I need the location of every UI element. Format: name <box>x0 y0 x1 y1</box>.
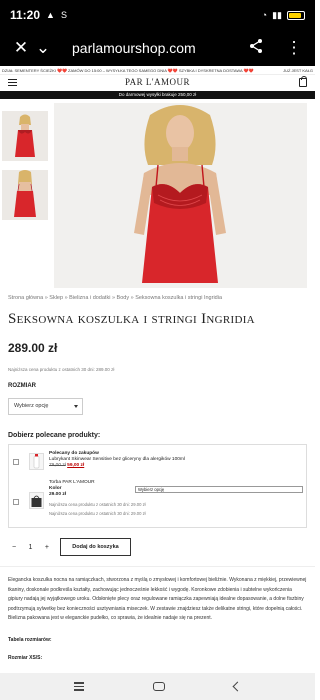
recommended-new-price: 59,00 zł <box>67 463 85 469</box>
hamburger-menu-icon[interactable] <box>8 79 17 86</box>
bag-thumbnail <box>29 492 44 509</box>
size-select[interactable]: Wybierz opcję <box>8 398 83 415</box>
product-title: Seksowna koszulka i stringi Ingridia <box>8 311 255 327</box>
signal-icon: ▲ <box>46 10 55 20</box>
ticker-left: DZIAŁ SEMENTERY ŚCIEŻKI ❤️❤️ ZAMÓW DO 15… <box>2 68 254 73</box>
browser-toolbar: ✕ ⌄ parlamourshop.com ⋮ <box>0 30 315 66</box>
cell-icon: ▮▮ <box>272 9 282 20</box>
more-menu-icon[interactable]: ⋮ <box>283 38 305 58</box>
recommended-lowest-2: Najniższa cena produktu z ostatnich 30 d… <box>49 501 146 507</box>
qty-value[interactable]: 1 <box>29 544 33 551</box>
chevron-down-icon[interactable]: ⌄ <box>32 38 54 58</box>
promo-ticker: DZIAŁ SEMENTERY ŚCIEŻKI ❤️❤️ ZAMÓW DO 15… <box>0 66 315 75</box>
qty-minus-button[interactable]: − <box>12 544 16 551</box>
product-price: 289.00 zł <box>8 341 58 355</box>
recommended-total-note: Najniższa cena produktu z ostatnich 30 d… <box>49 511 146 517</box>
status-right: ◔ ▮▮ <box>262 10 305 21</box>
breadcrumb[interactable]: Strona główna » Sklep » Bielizna i dodat… <box>8 295 222 301</box>
share-icon[interactable] <box>245 38 267 59</box>
system-nav-bar <box>0 673 315 700</box>
gallery-thumbnail-front[interactable] <box>2 111 48 161</box>
product-main-image[interactable] <box>54 103 307 288</box>
variant-select[interactable]: Wybierz opcję <box>135 486 303 493</box>
recent-apps-icon[interactable] <box>74 682 85 691</box>
quantity-stepper: − 1 + <box>8 539 53 556</box>
close-icon[interactable]: ✕ <box>10 38 32 58</box>
recommended-old-price: 79,00 zł <box>49 463 66 469</box>
site-header: PAR L'AMOUR <box>0 75 315 90</box>
add-to-cart-button[interactable]: Dodaj do koszyka <box>60 538 131 556</box>
size-xs-heading: Rozmiar XS/S: <box>8 655 43 661</box>
product-description: Elegancka koszulka nocna na ramiączkach,… <box>8 577 307 622</box>
home-icon[interactable] <box>152 682 165 691</box>
gallery-thumbnail-back[interactable] <box>2 170 48 220</box>
size-label: ROZMIAR <box>8 383 36 389</box>
ticker-right: JUŻ JEST KAŁG <box>283 68 313 73</box>
recommended-checkbox-2[interactable] <box>13 499 19 505</box>
site-logo[interactable]: PAR L'AMOUR <box>0 77 315 87</box>
sim-icon: S <box>60 10 67 20</box>
cart-bag-icon[interactable] <box>299 76 307 87</box>
divider <box>0 566 315 567</box>
recommended-price-2: 29.00 zł <box>49 492 67 498</box>
battery-icon <box>287 10 305 20</box>
lowest-price-note: Najniższa cena produktu z ostatnich 30 d… <box>8 367 115 372</box>
free-shipping-bar: Do darmowej wysyłki brakuje 250,00 zł <box>0 91 315 99</box>
size-table-heading: Tabela rozmiarów: <box>8 637 52 643</box>
lubricant-thumbnail <box>29 453 44 470</box>
recommended-checkbox-1[interactable] <box>13 459 19 465</box>
recommended-title: Dobierz polecane produkty: <box>8 432 101 439</box>
status-time: 11:20 <box>10 8 41 22</box>
back-icon[interactable] <box>232 681 243 692</box>
qty-plus-button[interactable]: + <box>45 544 49 551</box>
url-text[interactable]: parlamourshop.com <box>72 40 196 56</box>
wifi-icon: ◔ <box>261 10 268 20</box>
status-bar: 11:20 ▲ S ◔ ▮▮ <box>0 0 315 30</box>
